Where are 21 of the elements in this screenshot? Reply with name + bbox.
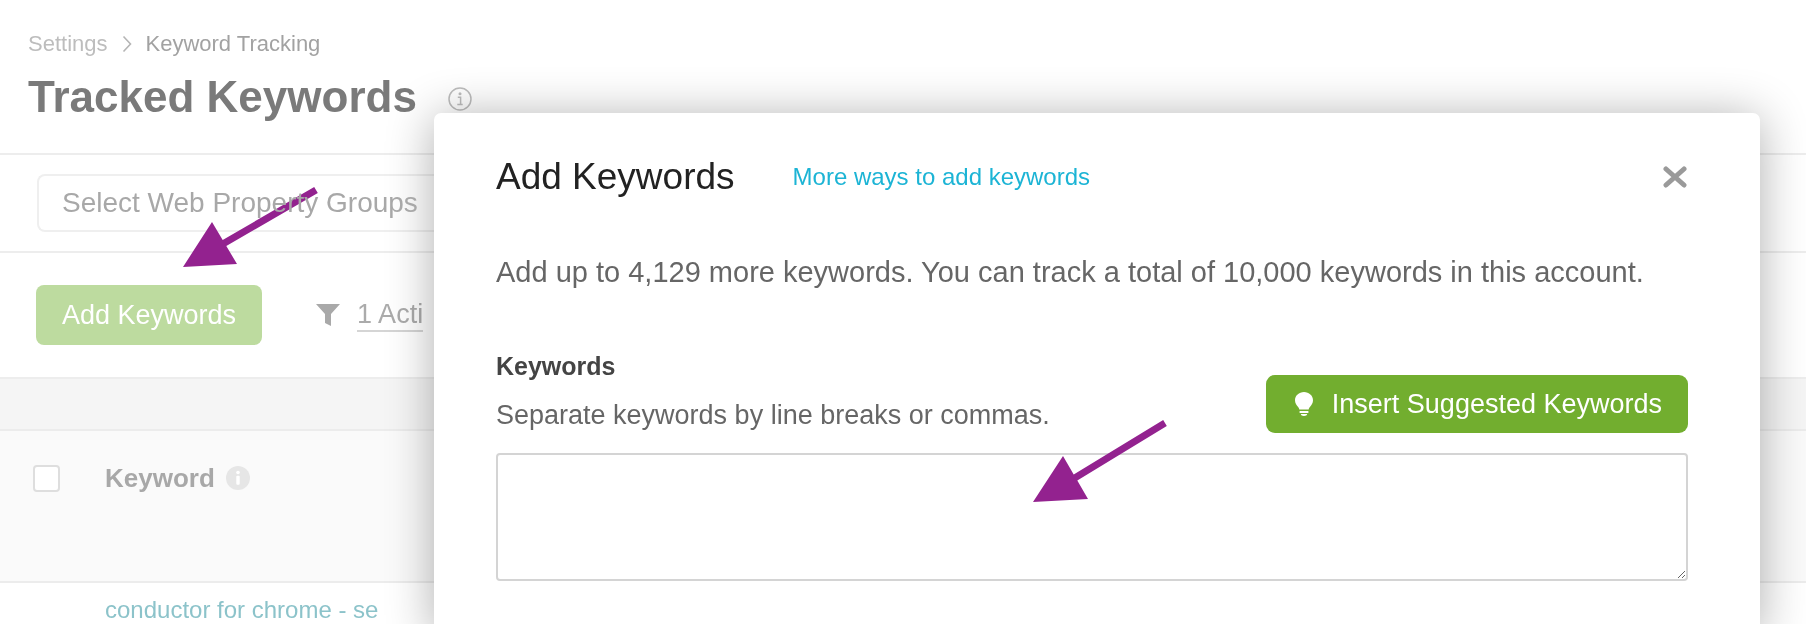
column-header[interactable]: Keyword	[105, 463, 215, 493]
page-title: Tracked Keywords	[28, 72, 417, 122]
dialog-title: Add Keywords	[496, 155, 735, 199]
select-all-checkbox[interactable]	[33, 465, 60, 492]
info-icon[interactable]	[447, 87, 472, 111]
info-icon[interactable]	[225, 466, 250, 490]
more-ways-link[interactable]: More ways to add keywords	[792, 163, 1091, 191]
keywords-textarea[interactable]	[496, 453, 1688, 581]
breadcrumb-link[interactable]: Settings	[28, 31, 108, 57]
lightbulb-icon	[1294, 392, 1313, 416]
field-label: Keywords	[496, 351, 616, 381]
dialog-description: Add up to 4,129 more keywords. You can track a total of 10,000 keywords in this account.	[496, 255, 1645, 289]
active-filters-link[interactable]: 1 Acti	[357, 298, 424, 332]
keyword-link[interactable]: conductor for chrome - se	[105, 596, 379, 623]
insert-suggested-keywords-button[interactable]: Insert Suggested Keywords	[1265, 375, 1688, 433]
breadcrumb-current: Keyword Tracking	[145, 31, 321, 57]
chevron-right-icon	[121, 35, 132, 53]
filter-icon	[316, 303, 341, 327]
close-icon[interactable]	[1663, 166, 1687, 188]
field-hint: Separate keywords by line breaks or commas.	[496, 400, 1050, 430]
add-keywords-button[interactable]: Add Keywords	[36, 285, 263, 345]
